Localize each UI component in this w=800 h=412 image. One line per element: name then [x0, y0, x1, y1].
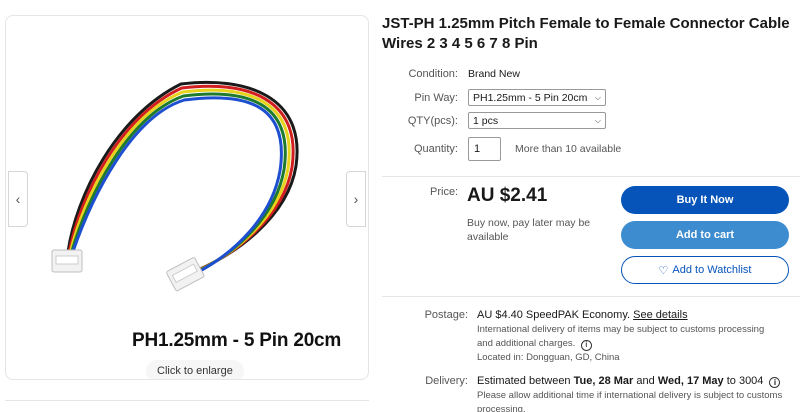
quantity-available: More than 10 available [515, 143, 622, 155]
info-icon[interactable]: i [769, 377, 781, 388]
pinway-select[interactable]: PH1.25mm - 5 Pin 20cm ⌵ [468, 89, 606, 106]
image-caption: PH1.25mm - 5 Pin 20cm [132, 330, 342, 351]
delivery-note: Please allow additional time if internat… [477, 390, 783, 412]
click-to-enlarge[interactable]: Click to enlarge [146, 360, 244, 379]
condition-row: Condition: Brand New [382, 68, 520, 80]
divider [382, 176, 800, 177]
add-to-cart-button[interactable]: Add to cart [621, 221, 789, 249]
add-to-watchlist-button[interactable]: ♡ Add to Watchlist [621, 256, 789, 284]
condition-label: Condition: [408, 68, 458, 80]
qty-pcs-selected: 1 pcs [473, 114, 499, 127]
price-label: Price: [430, 186, 459, 198]
image-gallery[interactable]: ‹ › PH1.25mm - 5 Pin 20cm Click to enlar… [5, 15, 369, 380]
qty-pcs-label: QTY(pcs): [407, 114, 458, 127]
heart-icon: ♡ [658, 264, 669, 277]
watchlist-label: Add to Watchlist [672, 264, 752, 276]
condition-value: Brand New [468, 68, 520, 80]
next-image-button[interactable]: › [346, 171, 366, 227]
chevron-right-icon: › [353, 191, 359, 207]
delivery-info: Estimated between Tue, 28 Mar and Wed, 1… [477, 375, 781, 388]
delivery-prefix: Estimated between [477, 375, 571, 387]
gallery-divider [5, 400, 369, 401]
customs-note-text: International delivery of items may be s… [477, 324, 765, 349]
delivery-postcode: to 3004 [726, 375, 764, 387]
price-value: AU $2.41 [467, 185, 548, 206]
chevron-left-icon: ‹ [15, 191, 21, 207]
previous-image-button[interactable]: ‹ [8, 171, 28, 227]
see-details-link[interactable]: See details [633, 309, 687, 321]
chevron-down-icon: ⌵ [594, 115, 601, 125]
postage-text: AU $4.40 SpeedPAK Economy. [477, 309, 631, 321]
customs-note: International delivery of items may be s… [477, 323, 777, 351]
delivery-end-date: Wed, 17 May [657, 375, 724, 387]
delivery-and: and [636, 375, 655, 387]
info-icon[interactable]: i [580, 339, 592, 351]
chevron-down-icon: ⌵ [594, 92, 601, 102]
postage-info: AU $4.40 SpeedPAK Economy. See details [477, 309, 688, 321]
delivery-label: Delivery: [425, 375, 468, 387]
cable-wire [71, 96, 283, 276]
quantity-row: Quantity: 1 More than 10 available [382, 137, 621, 161]
left-connector [51, 249, 83, 273]
pinway-row: Pin Way: PH1.25mm - 5 Pin 20cm ⌵ [382, 89, 606, 106]
bnpl-note: Buy now, pay later may be available [467, 217, 591, 243]
product-title: JST-PH 1.25mm Pitch Female to Female Con… [382, 15, 790, 52]
postage-label: Postage: [424, 309, 468, 321]
quantity-input[interactable]: 1 [468, 137, 501, 161]
pinway-selected: PH1.25mm - 5 Pin 20cm [473, 91, 588, 104]
item-location: Located in: Dongguan, GD, China [477, 352, 620, 363]
qty-pcs-row: QTY(pcs): 1 pcs ⌵ [382, 112, 606, 129]
delivery-start-date: Tue, 28 Mar [573, 375, 634, 387]
product-image[interactable] [6, 16, 369, 380]
buy-it-now-button[interactable]: Buy It Now [621, 186, 789, 214]
quantity-label: Quantity: [413, 143, 458, 155]
qty-pcs-select[interactable]: 1 pcs ⌵ [468, 112, 606, 129]
right-connector [166, 257, 205, 292]
divider [382, 296, 800, 297]
pinway-label: Pin Way: [414, 91, 458, 104]
